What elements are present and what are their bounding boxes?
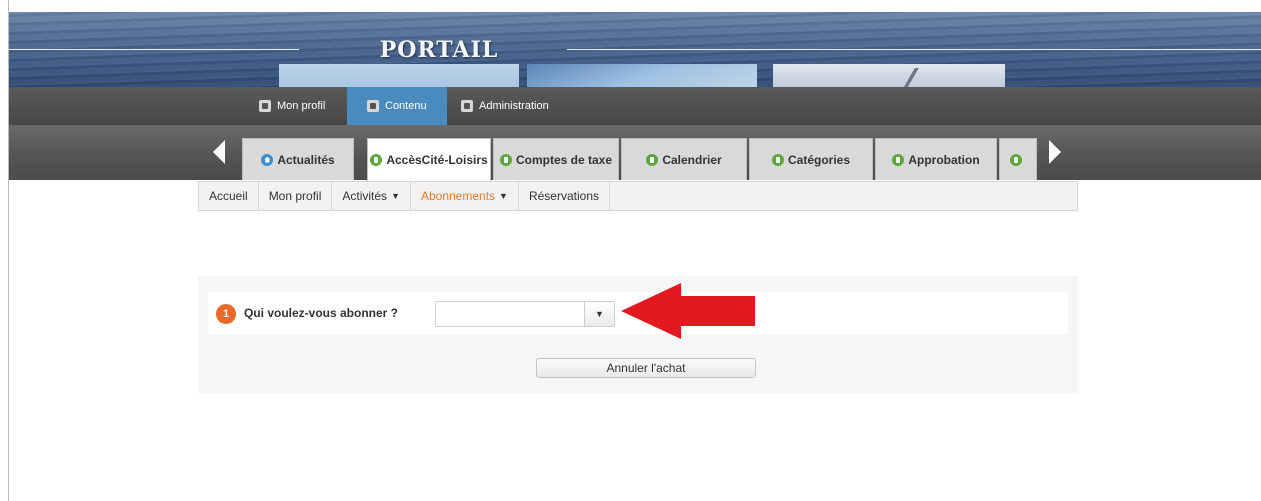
document-icon — [367, 100, 379, 112]
subscriber-select[interactable]: ▼ — [435, 301, 615, 327]
tab-label: Catégories — [787, 152, 851, 167]
submenu-label: Abonnements — [420, 189, 496, 203]
tab-actualites[interactable]: Actualités — [242, 138, 354, 180]
banner-divider-left — [9, 49, 299, 50]
submenu-item-mon-profil[interactable]: Mon profil — [259, 182, 333, 210]
step-number-badge: 1 — [216, 304, 236, 324]
cancel-purchase-button[interactable]: Annuler l'achat — [536, 358, 756, 378]
tab-label: Calendrier — [662, 152, 722, 167]
tab-categories[interactable]: Catégories — [749, 138, 873, 180]
caret-down-icon: ▼ — [499, 191, 508, 201]
tab-label: Comptes de taxe — [515, 152, 613, 167]
tab-label: AccèsCité-Loisirs — [386, 153, 488, 167]
tab-comptes-de-taxe[interactable]: Comptes de taxe — [493, 138, 619, 180]
tabs-prev-arrow-icon[interactable] — [213, 140, 225, 164]
tab-overflow[interactable] — [999, 138, 1037, 180]
chevron-down-icon[interactable]: ▼ — [584, 302, 614, 326]
tab-calendrier[interactable]: Calendrier — [621, 138, 747, 180]
admin-icon — [461, 100, 473, 112]
submenu-label: Accueil — [209, 189, 248, 203]
submenu-item-reservations[interactable]: Réservations — [519, 182, 610, 210]
module-icon — [1010, 153, 1022, 166]
module-icon — [892, 153, 905, 166]
submenu-item-accueil[interactable]: Accueil — [199, 182, 259, 210]
tab-approbation[interactable]: Approbation — [875, 138, 997, 180]
module-icon — [370, 154, 383, 166]
module-icon — [499, 153, 512, 166]
red-arrow-annotation — [621, 283, 755, 339]
sub-menu: Accueil Mon profil Activités ▼ Abonnemen… — [198, 181, 1078, 211]
caret-down-icon: ▼ — [391, 191, 400, 201]
submenu-label: Mon profil — [268, 189, 322, 203]
page: PORTAIL CITOYEN Mon profil Contenu Admin… — [8, 0, 1261, 501]
submenu-label: Activités — [342, 189, 388, 203]
topnav-label: Administration — [479, 100, 549, 112]
topnav-label: Mon profil — [277, 100, 326, 112]
step-question-label: Qui voulez-vous abonner ? — [244, 306, 399, 320]
module-icon — [646, 153, 659, 166]
tab-label: Approbation — [908, 152, 980, 167]
submenu-label: Réservations — [528, 189, 599, 203]
submenu-item-abonnements[interactable]: Abonnements ▼ — [411, 182, 519, 210]
topnav-item-mon-profil[interactable]: Mon profil — [253, 87, 331, 125]
banner-divider-right — [567, 49, 1261, 50]
tabs-next-arrow-icon[interactable] — [1049, 140, 1061, 164]
topnav-label: Contenu — [385, 100, 427, 112]
module-icon — [771, 153, 784, 166]
user-icon — [259, 100, 271, 112]
tab-accescite-loisirs[interactable]: AccèsCité-Loisirs — [367, 138, 491, 181]
topnav-item-administration[interactable]: Administration — [455, 87, 555, 125]
tab-label: Actualités — [277, 152, 335, 167]
submenu-item-activites[interactable]: Activités ▼ — [332, 182, 411, 210]
topnav-item-contenu[interactable]: Contenu — [347, 87, 447, 125]
home-icon — [261, 153, 274, 166]
top-nav: Mon profil Contenu Administration — [9, 87, 1261, 125]
